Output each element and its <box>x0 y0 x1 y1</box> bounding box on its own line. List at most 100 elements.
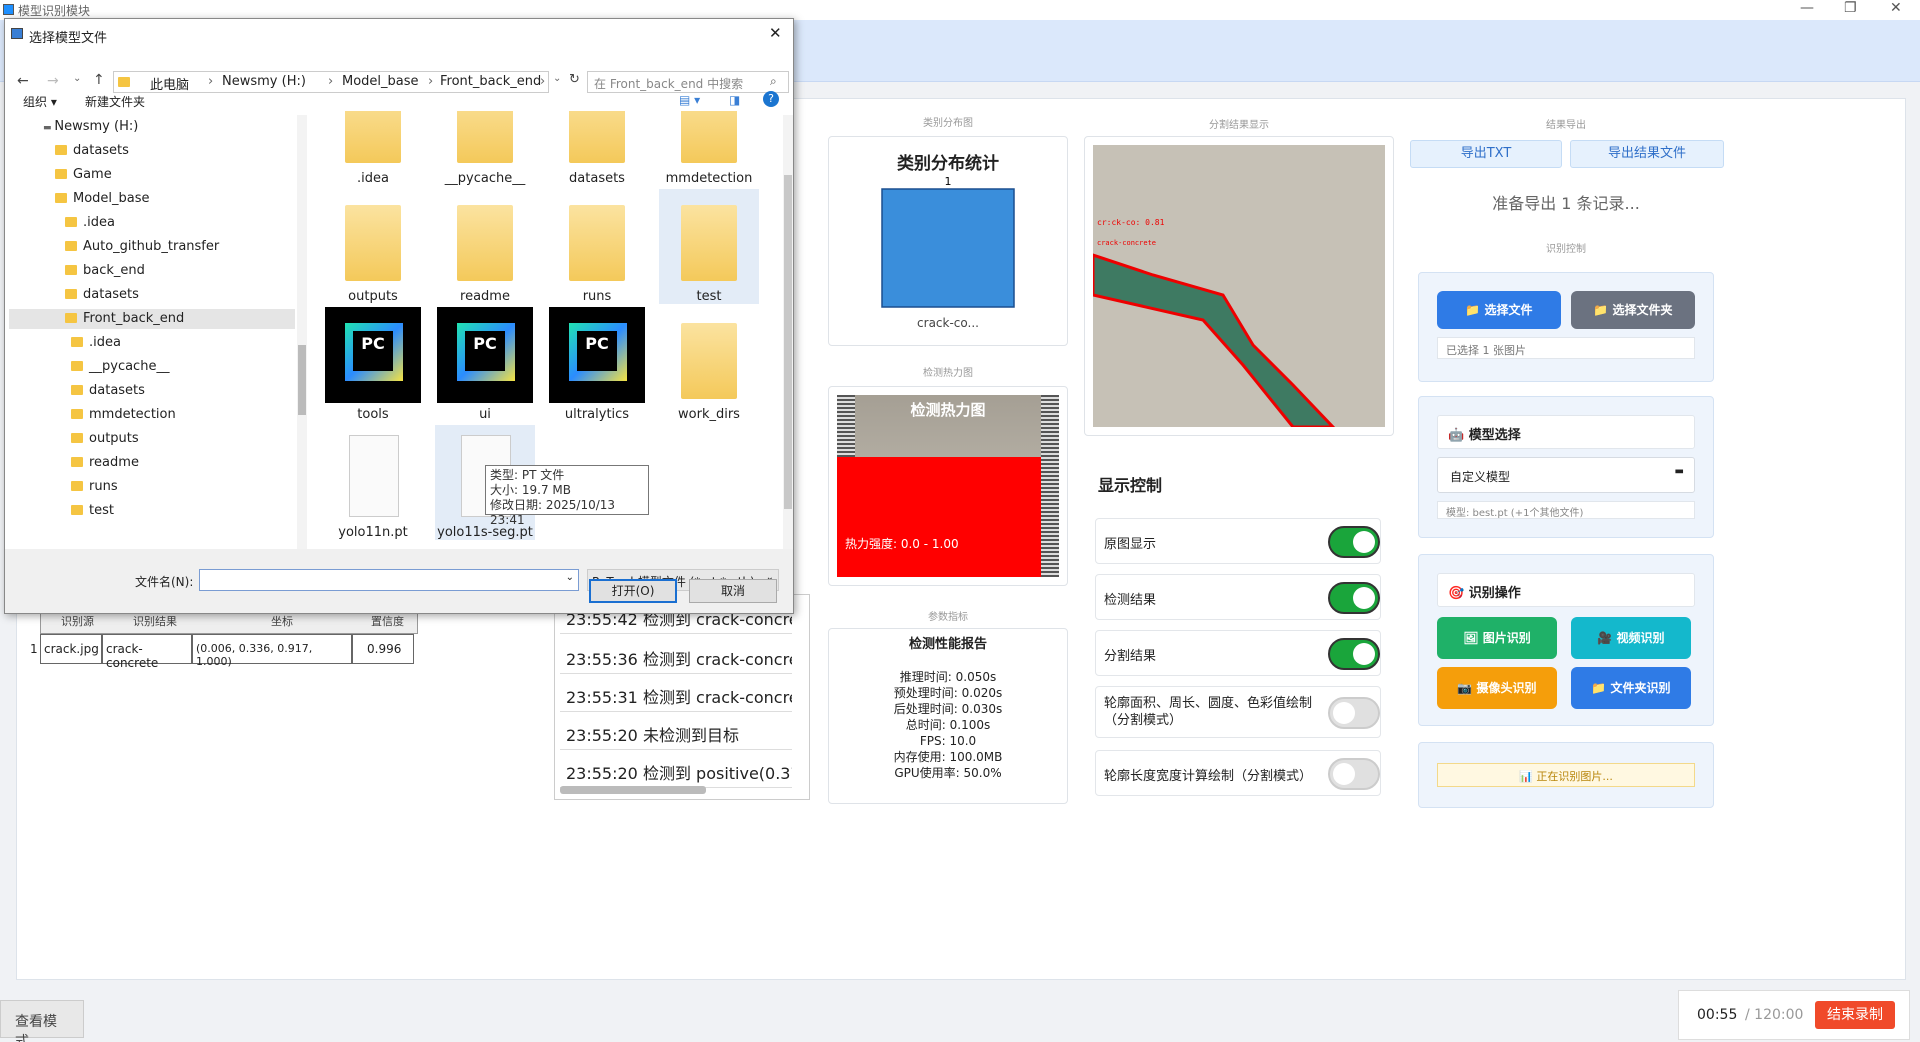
tree-item[interactable]: .idea <box>71 333 121 353</box>
log-scrollbar[interactable] <box>560 786 706 794</box>
model-dropdown[interactable]: 自定义模型 ▬ <box>1437 457 1695 493</box>
file-item[interactable]: test <box>659 189 759 304</box>
category-chart-card: 类别分布统计 1 crack-co... <box>828 136 1068 346</box>
contour-area-toggle[interactable] <box>1328 697 1380 729</box>
select-folder-button[interactable]: 📁 选择文件夹 <box>1571 291 1695 329</box>
drive-icon: ▬ <box>43 123 55 133</box>
tree-item[interactable]: mmdetection <box>71 405 176 425</box>
tree-item[interactable]: datasets <box>55 141 129 161</box>
tree-item-label: runs <box>89 479 118 494</box>
tree-item[interactable]: datasets <box>65 285 139 305</box>
file-item[interactable]: __pycache__ <box>435 111 535 186</box>
recog-ops-header: 🎯 识别操作 <box>1437 573 1695 607</box>
select-file-button[interactable]: 📁 选择文件 <box>1437 291 1561 329</box>
search-input[interactable]: 在 Front_back_end 中搜索 ⌕ <box>587 71 789 93</box>
tree-item-label: datasets <box>83 287 139 302</box>
tree-item[interactable]: Auto_github_transfer <box>65 237 219 257</box>
file-item[interactable]: readme <box>435 189 535 304</box>
file-scroll-thumb[interactable] <box>784 175 792 509</box>
tree-item[interactable]: back_end <box>65 261 145 281</box>
tree-scroll-thumb[interactable] <box>298 345 306 415</box>
image-recog-button[interactable]: 🖼 图片识别 <box>1437 617 1557 659</box>
tooltip-date: 修改日期: 2025/10/13 23:41 <box>490 498 616 527</box>
log-entry: 23:55:20 未检测到目标 <box>560 714 792 750</box>
recording-bar: 00:55 / 120:00 结束录制 <box>1678 990 1910 1040</box>
tooltip-size: 大小: 19.7 MB <box>490 483 571 497</box>
file-item[interactable]: outputs <box>323 189 423 304</box>
tree-item[interactable]: Game <box>55 165 112 185</box>
minimize-button[interactable]: — <box>1800 0 1814 16</box>
back-arrow-icon[interactable]: ← <box>17 73 29 89</box>
file-item[interactable]: mmdetection <box>659 111 759 186</box>
tree-item[interactable]: test <box>71 501 114 521</box>
folder-icon <box>661 307 757 403</box>
crumb-drive[interactable]: Newsmy (H:) <box>222 74 306 89</box>
file-item[interactable]: runs <box>547 189 647 304</box>
tree-item[interactable]: outputs <box>71 429 139 449</box>
model-dropdown-value: 自定义模型 <box>1450 470 1511 484</box>
address-dropdown-icon[interactable]: ⌄ <box>553 73 561 84</box>
help-icon[interactable]: ? <box>763 91 779 107</box>
tree-item[interactable]: .idea <box>65 213 115 233</box>
file-item[interactable]: PC ultralytics <box>547 307 647 422</box>
preview-pane-icon[interactable]: ◨ <box>729 93 740 107</box>
target-icon: 🎯 <box>1448 586 1469 601</box>
dialog-close-button[interactable]: ✕ <box>769 24 782 42</box>
filename-input[interactable]: ⌄ <box>199 569 579 591</box>
close-window-button[interactable]: ✕ <box>1890 0 1902 16</box>
folder-recog-button[interactable]: 📁 文件夹识别 <box>1571 667 1691 709</box>
tree-item[interactable]: datasets <box>71 381 145 401</box>
file-scrollbar[interactable] <box>783 115 793 549</box>
camera-recog-button[interactable]: 📷 摄像头识别 <box>1437 667 1557 709</box>
tree-item[interactable]: __pycache__ <box>71 357 169 377</box>
file-item[interactable]: PC ui <box>435 307 535 422</box>
forward-arrow-icon[interactable]: → <box>47 73 59 89</box>
view-mode-button[interactable]: 查看模式 <box>0 1000 84 1042</box>
tree-item[interactable]: readme <box>71 453 139 473</box>
detection-toggle[interactable] <box>1328 582 1380 614</box>
address-bar[interactable]: 此电脑 › Newsmy (H:) › Model_base › Front_b… <box>113 71 549 93</box>
up-arrow-icon[interactable]: ↑ <box>93 72 105 88</box>
view-options-icon[interactable]: ▤ ▾ <box>679 93 700 107</box>
cancel-button[interactable]: 取消 <box>689 579 777 603</box>
crumb-model-base[interactable]: Model_base <box>342 74 419 89</box>
crumb-front-back-end[interactable]: Front_back_end <box>440 74 541 89</box>
tree-item[interactable]: runs <box>71 477 118 497</box>
crumb-pc[interactable]: 此电脑 <box>150 74 189 93</box>
tree-item[interactable]: Front_back_end <box>9 309 295 329</box>
cell-result: crack-concrete <box>102 634 192 670</box>
dialog-icon <box>11 28 23 39</box>
recent-dropdown-icon[interactable]: ⌄ <box>73 73 81 84</box>
refresh-icon[interactable]: ↻ <box>569 72 580 87</box>
file-item[interactable]: work_dirs <box>659 307 759 422</box>
organize-menu[interactable]: 组织 ▾ <box>23 93 57 110</box>
maximize-button[interactable]: ❐ <box>1844 0 1857 16</box>
contour-length-toggle[interactable] <box>1328 758 1380 790</box>
file-item[interactable]: PC tools <box>323 307 423 422</box>
folder-icon <box>71 385 83 395</box>
tree-scrollbar[interactable] <box>297 115 307 549</box>
video-recog-button[interactable]: 🎥 视频识别 <box>1571 617 1691 659</box>
open-button[interactable]: 打开(O) <box>589 579 677 603</box>
file-item[interactable]: .idea <box>323 111 423 186</box>
folder-icon <box>71 337 83 347</box>
new-folder-button[interactable]: 新建文件夹 <box>85 93 145 110</box>
chart-value-label: 1 <box>945 175 952 188</box>
recog-control-label: 识别控制 <box>1546 244 1586 255</box>
segmentation-toggle[interactable] <box>1328 638 1380 670</box>
file-item[interactable]: yolo11n.pt <box>323 425 423 540</box>
heatmap-intensity: 热力强度: 0.0 - 1.00 <box>845 537 959 551</box>
export-txt-button[interactable]: 导出TXT <box>1410 140 1562 168</box>
table-row[interactable]: 1 crack.jpg crack-concrete (0.006, 0.336… <box>28 634 418 670</box>
export-file-button[interactable]: 导出结果文件 <box>1570 140 1724 168</box>
tree-item[interactable]: Model_base <box>55 189 150 209</box>
category-chart-label: 类别分布图 <box>923 118 973 129</box>
tree-item-label: .idea <box>83 215 115 230</box>
heatmap-edge-right <box>1041 395 1059 577</box>
file-dialog: 选择模型文件 ✕ ← → ⌄ ↑ 此电脑 › Newsmy (H:) › Mod… <box>4 18 794 614</box>
original-toggle[interactable] <box>1328 526 1380 558</box>
stop-recording-button[interactable]: 结束录制 <box>1815 1001 1895 1029</box>
tree-item[interactable]: ▬ Newsmy (H:) <box>43 117 138 137</box>
file-item[interactable]: datasets <box>547 111 647 186</box>
dialog-title: 选择模型文件 <box>29 31 108 46</box>
